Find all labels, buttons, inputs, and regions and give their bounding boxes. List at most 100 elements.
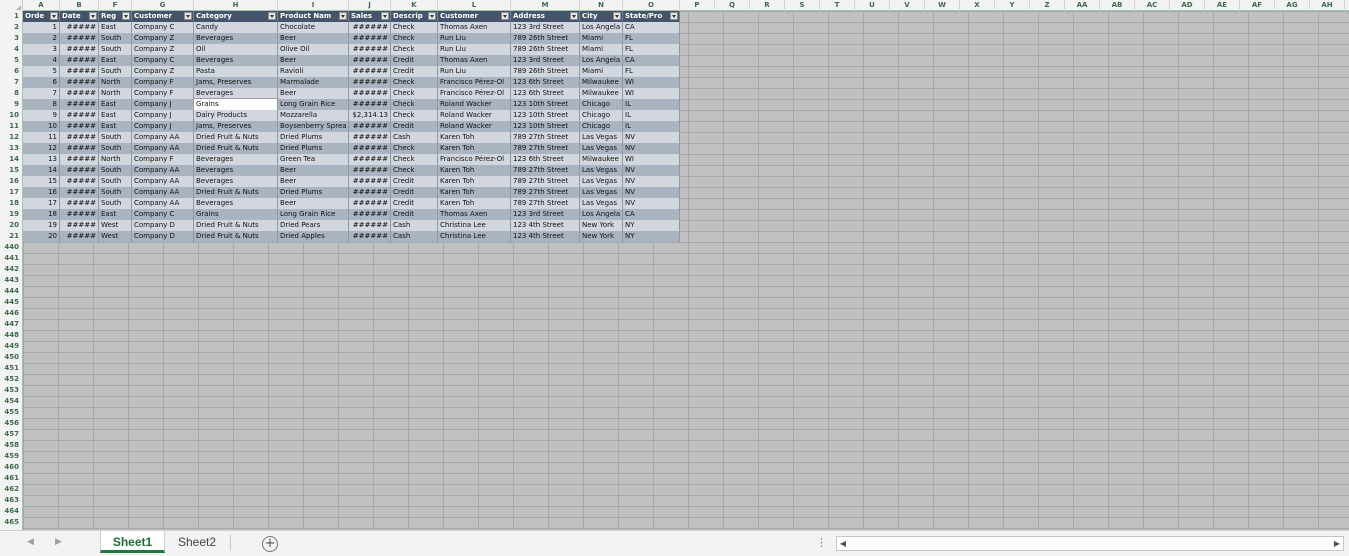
- column-header[interactable]: H: [194, 0, 278, 11]
- row-header[interactable]: 443: [0, 275, 22, 286]
- column-header[interactable]: O: [623, 0, 680, 11]
- table-cell[interactable]: South: [99, 33, 132, 44]
- row-header[interactable]: 457: [0, 429, 22, 440]
- table-cell[interactable]: ######: [349, 154, 391, 165]
- row-header[interactable]: 451: [0, 363, 22, 374]
- column-header[interactable]: Q: [715, 0, 750, 11]
- table-cell[interactable]: #####: [60, 165, 99, 176]
- table-cell[interactable]: #####: [60, 110, 99, 121]
- table-cell[interactable]: ######: [349, 220, 391, 231]
- table-cell[interactable]: Company J: [132, 99, 194, 110]
- table-cell[interactable]: ######: [349, 22, 391, 33]
- table-cell[interactable]: #####: [60, 132, 99, 143]
- table-cell[interactable]: Karen Toh: [438, 165, 511, 176]
- table-cell[interactable]: 123 10th Street: [511, 99, 580, 110]
- table-cell[interactable]: NY: [623, 220, 680, 231]
- table-cell[interactable]: Las Vegas: [580, 165, 623, 176]
- scroll-right-icon[interactable]: ▶: [1331, 537, 1343, 550]
- table-cell[interactable]: Beer: [278, 198, 349, 209]
- table-cell[interactable]: FL: [623, 44, 680, 55]
- table-cell[interactable]: ######: [349, 55, 391, 66]
- table-cell[interactable]: Ravioli: [278, 66, 349, 77]
- filter-dropdown-icon[interactable]: [89, 12, 97, 20]
- column-header[interactable]: AA: [1065, 0, 1100, 11]
- table-cell[interactable]: West: [99, 220, 132, 231]
- table-cell[interactable]: Beer: [278, 88, 349, 99]
- column-header[interactable]: AE: [1205, 0, 1240, 11]
- table-cell[interactable]: Dried Pears: [278, 220, 349, 231]
- table-cell[interactable]: Check: [391, 88, 438, 99]
- table-cell[interactable]: NV: [623, 198, 680, 209]
- table-cell[interactable]: 3: [23, 44, 60, 55]
- column-header[interactable]: N: [580, 0, 623, 11]
- table-cell[interactable]: Beer: [278, 55, 349, 66]
- column-header[interactable]: B: [60, 0, 99, 11]
- table-cell[interactable]: Francisco Pérez-Ol: [438, 88, 511, 99]
- table-cell[interactable]: 9: [23, 110, 60, 121]
- table-cell[interactable]: Company Z: [132, 66, 194, 77]
- table-cell[interactable]: ######: [349, 88, 391, 99]
- table-cell[interactable]: Roland Wacker: [438, 121, 511, 132]
- table-cell[interactable]: Las Vegas: [580, 176, 623, 187]
- table-cell[interactable]: Run Liu: [438, 33, 511, 44]
- table-cell[interactable]: Company F: [132, 77, 194, 88]
- tab-splitter-handle[interactable]: ⋮: [816, 536, 827, 549]
- row-header[interactable]: 449: [0, 341, 22, 352]
- row-header[interactable]: 455: [0, 407, 22, 418]
- column-header[interactable]: AF: [1240, 0, 1275, 11]
- table-cell[interactable]: Dried Plums: [278, 132, 349, 143]
- table-cell[interactable]: WI: [623, 88, 680, 99]
- row-header[interactable]: 448: [0, 330, 22, 341]
- row-header[interactable]: 6: [0, 66, 22, 77]
- table-cell[interactable]: 789 27th Street: [511, 132, 580, 143]
- table-cell[interactable]: Company AA: [132, 176, 194, 187]
- table-cell[interactable]: $2,314.13: [349, 110, 391, 121]
- table-cell[interactable]: 13: [23, 154, 60, 165]
- table-cell[interactable]: 789 27th Street: [511, 187, 580, 198]
- table-cell[interactable]: #####: [60, 220, 99, 231]
- filter-dropdown-icon[interactable]: [122, 12, 130, 20]
- table-cell[interactable]: Karen Toh: [438, 176, 511, 187]
- table-cell[interactable]: 789 27th Street: [511, 198, 580, 209]
- row-header[interactable]: 450: [0, 352, 22, 363]
- table-cell[interactable]: 16: [23, 187, 60, 198]
- column-header[interactable]: J: [349, 0, 391, 11]
- table-cell[interactable]: 123 3rd Street: [511, 55, 580, 66]
- table-cell[interactable]: Mozzarella: [278, 110, 349, 121]
- row-header[interactable]: 453: [0, 385, 22, 396]
- table-cell[interactable]: FL: [623, 33, 680, 44]
- table-cell[interactable]: Las Vegas: [580, 187, 623, 198]
- table-cell[interactable]: Check: [391, 33, 438, 44]
- table-cell[interactable]: Jams, Preserves: [194, 121, 278, 132]
- table-cell[interactable]: Francisco Pérez-Ol: [438, 154, 511, 165]
- table-cell[interactable]: Oil: [194, 44, 278, 55]
- table-cell[interactable]: 123 4th Street: [511, 231, 580, 242]
- table-header-cell[interactable]: Orde: [23, 11, 60, 22]
- table-cell[interactable]: Check: [391, 165, 438, 176]
- column-header[interactable]: G: [132, 0, 194, 11]
- row-header[interactable]: 9: [0, 99, 22, 110]
- row-header[interactable]: 456: [0, 418, 22, 429]
- table-cell[interactable]: Company F: [132, 154, 194, 165]
- table-cell[interactable]: Karen Toh: [438, 187, 511, 198]
- table-cell[interactable]: ######: [349, 33, 391, 44]
- column-header[interactable]: A: [23, 0, 60, 11]
- row-header[interactable]: 440: [0, 242, 22, 253]
- column-header[interactable]: K: [391, 0, 438, 11]
- column-header[interactable]: AB: [1100, 0, 1135, 11]
- table-cell[interactable]: Grains: [193, 98, 279, 111]
- table-header-cell[interactable]: Address: [511, 11, 580, 22]
- table-cell[interactable]: #####: [60, 187, 99, 198]
- table-cell[interactable]: Long Grain Rice: [278, 209, 349, 220]
- column-header[interactable]: R: [750, 0, 785, 11]
- table-cell[interactable]: Las Vegas: [580, 132, 623, 143]
- table-cell[interactable]: #####: [60, 77, 99, 88]
- table-cell[interactable]: Check: [391, 22, 438, 33]
- table-cell[interactable]: 14: [23, 165, 60, 176]
- table-cell[interactable]: Credit: [391, 198, 438, 209]
- table-cell[interactable]: North: [99, 88, 132, 99]
- table-cell[interactable]: Chicago: [580, 110, 623, 121]
- column-header[interactable]: T: [820, 0, 855, 11]
- table-cell[interactable]: Los Angela: [580, 22, 623, 33]
- row-header[interactable]: 441: [0, 253, 22, 264]
